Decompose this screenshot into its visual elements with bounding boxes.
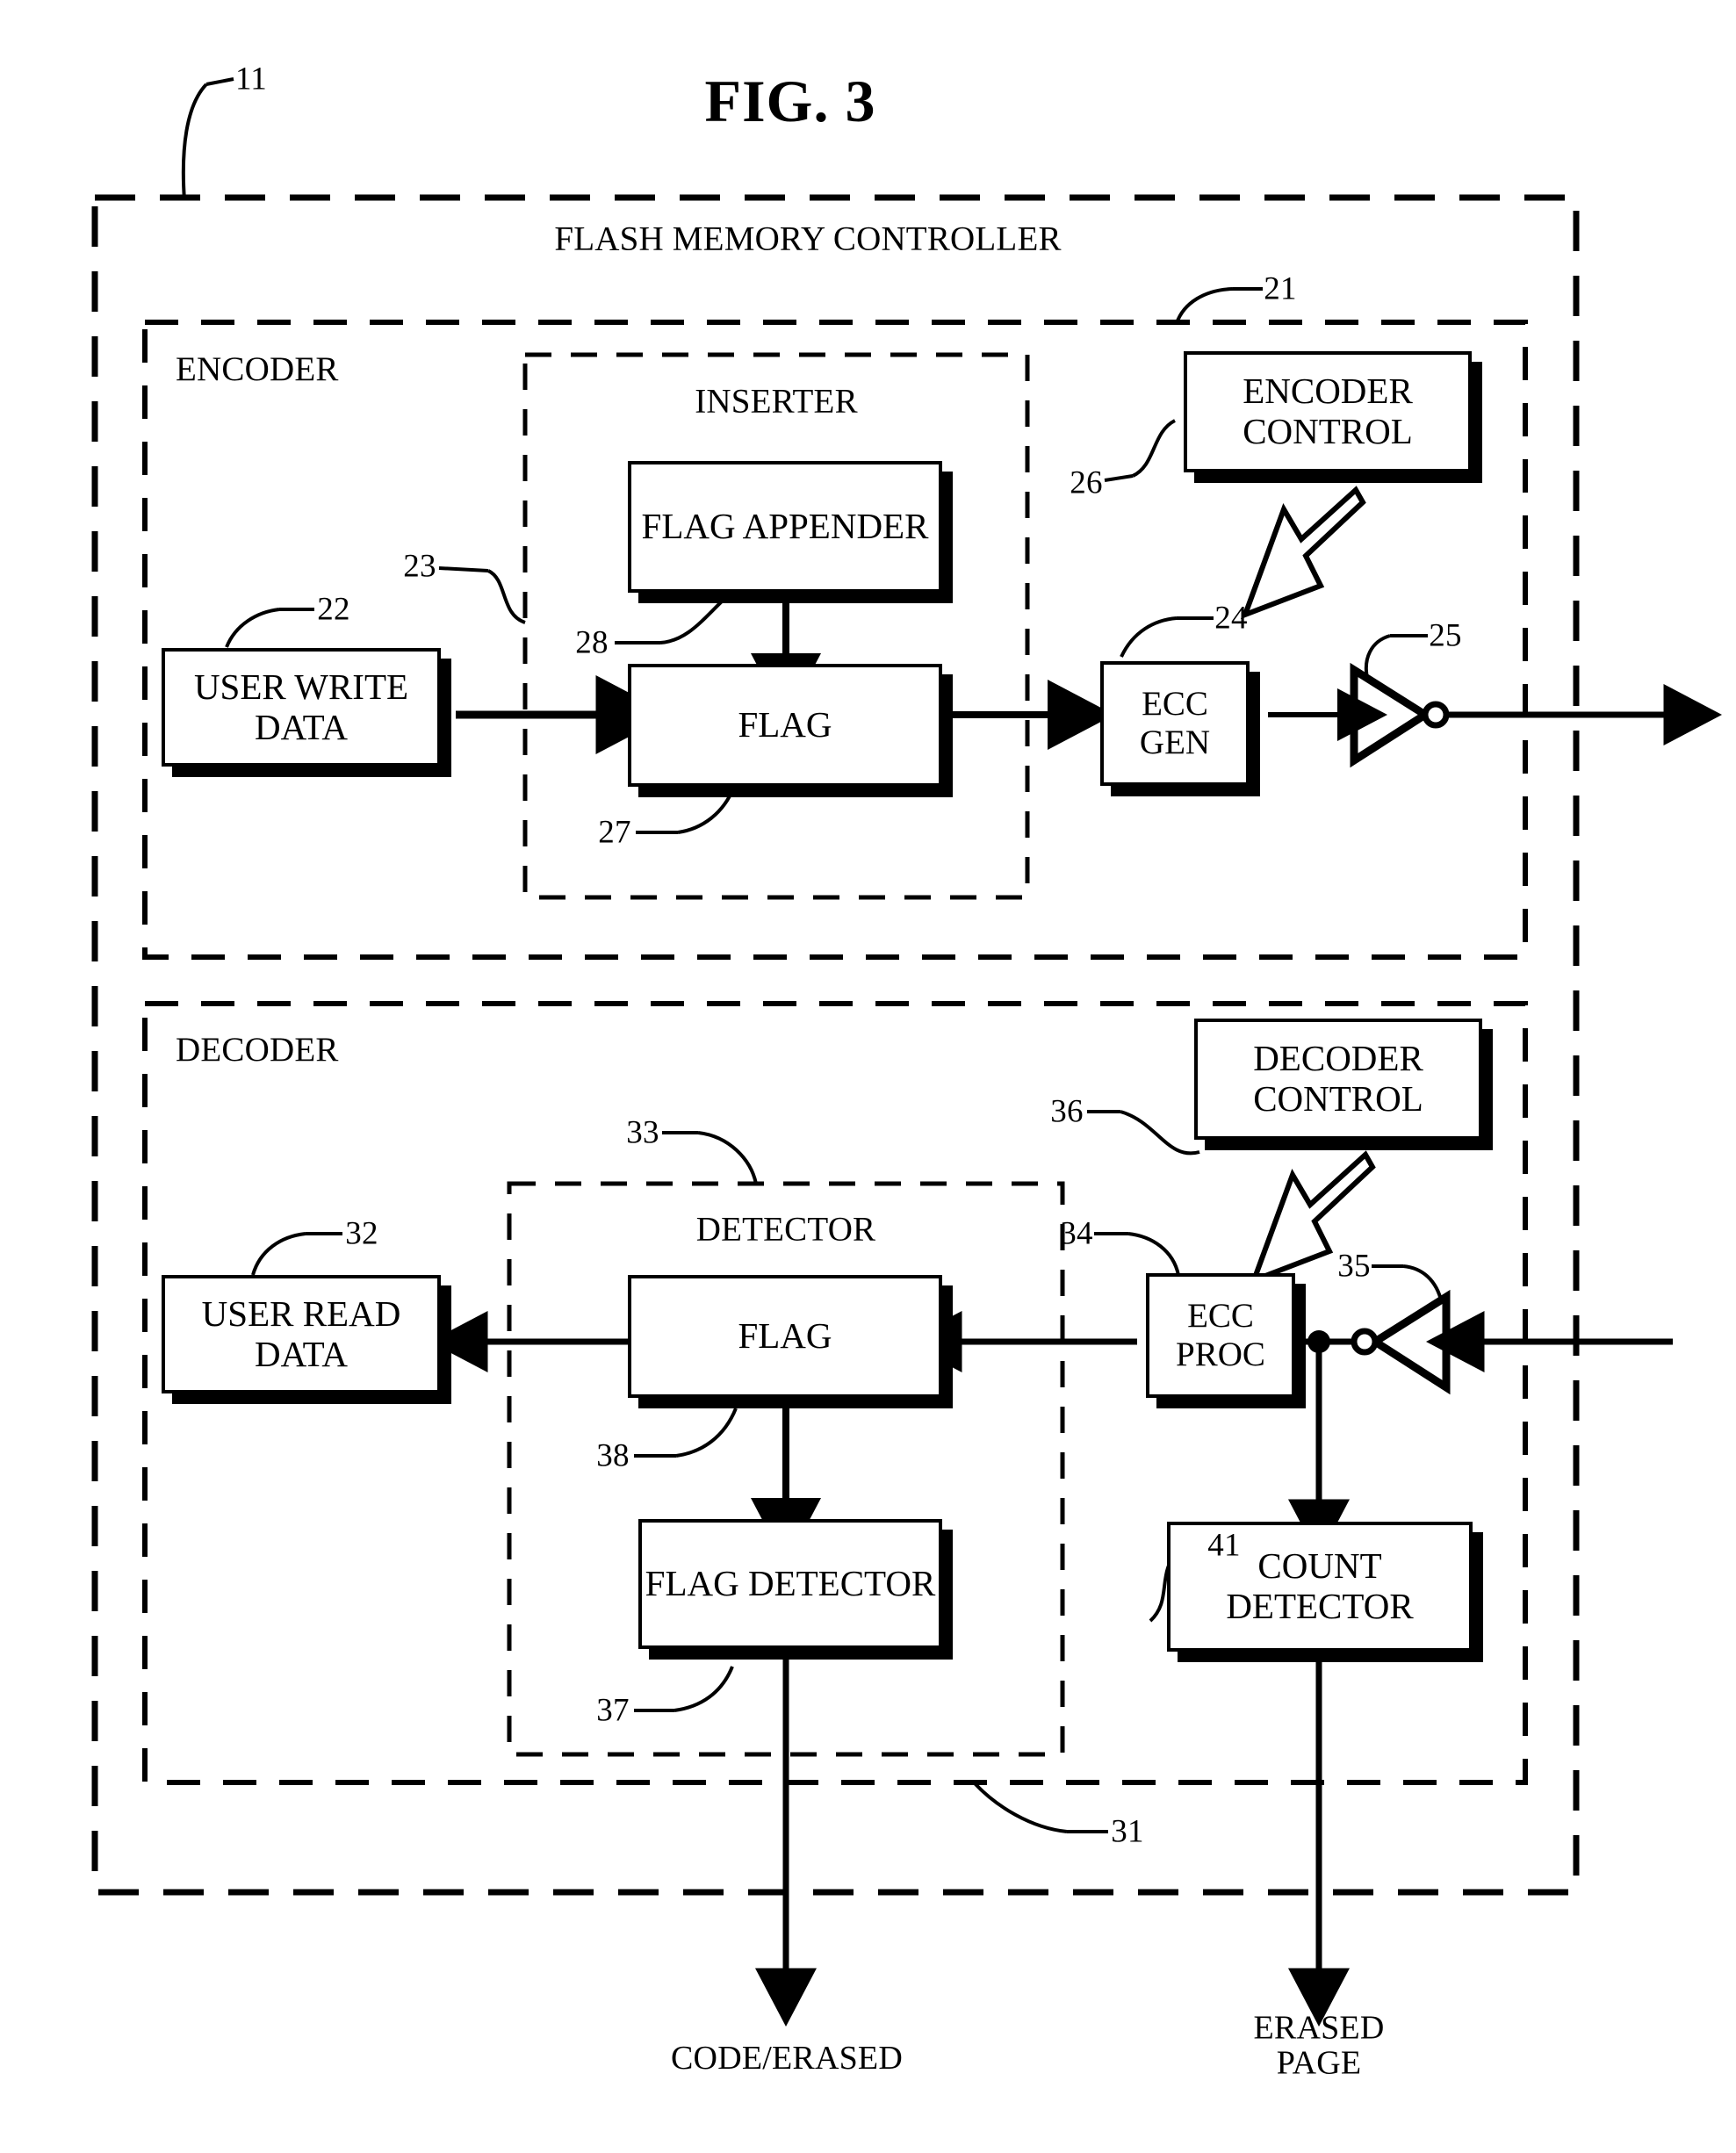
leader-11 [181,83,208,201]
leader-24 [1120,616,1178,658]
encoder-title: ENCODER [176,350,339,388]
patent-figure-3: FIG. 3 11 FLASH MEMORY CONTROLLER ENCODE… [0,0,1736,2153]
leader-28 [659,598,725,644]
leader-33 [697,1131,758,1185]
leader-25 [1364,634,1391,682]
leader-26-tick [1104,474,1134,482]
ref-number-28: 28 [575,624,609,661]
inverter-35-bubble-icon [1351,1328,1379,1356]
leader-22 [225,608,280,648]
leader-23 [486,569,526,624]
encoder-flag-label: FLAG [738,704,832,745]
inverter-25-icon [1350,662,1433,768]
leader-21 [1175,287,1234,324]
ref-number-34: 34 [1060,1215,1093,1252]
inverter-25-bubble-icon [1422,701,1450,729]
ecc-gen-label: ECC GEN [1139,685,1211,761]
flag-detector-block: FLAG DETECTOR [638,1519,942,1649]
ref-number-22: 22 [317,591,350,628]
ref-number-31: 31 [1111,1813,1144,1850]
decoder-control-label: DECODER CONTROL [1253,1038,1423,1119]
flag-appender-block: FLAG APPENDER [628,461,942,593]
ref-number-37: 37 [596,1692,630,1729]
leader-38 [675,1408,738,1458]
count-detector-label: COUNT DETECTOR [1226,1545,1414,1626]
encoder-control-block: ENCODER CONTROL [1184,351,1472,472]
decoder-control-block: DECODER CONTROL [1194,1019,1482,1140]
user-read-data-block: USER READ DATA [162,1275,441,1393]
user-write-data-label: USER WRITE DATA [193,666,409,747]
ref-number-26: 26 [1070,464,1103,501]
ref-number-27: 27 [598,814,631,851]
leader-23-tick [438,566,489,572]
ref-number-21: 21 [1264,270,1297,307]
ref-number-33: 33 [626,1114,659,1151]
flag-appender-label: FLAG APPENDER [641,506,929,547]
inserter-title: INSERTER [695,382,858,421]
decoder-title: DECODER [176,1031,339,1069]
leader-35 [1402,1264,1444,1304]
user-read-data-label: USER READ DATA [201,1293,401,1374]
ecc-proc-label: ECC PROC [1176,1297,1265,1373]
leader-34 [1127,1232,1180,1276]
output-code-erased-label: CODE/ERASED [671,2039,903,2077]
inverter-35-icon [1367,1289,1451,1395]
flag-detector-label: FLAG DETECTOR [645,1563,936,1604]
leader-26 [1132,419,1177,478]
decoder-flag-label: FLAG [738,1315,832,1357]
ref-number-24: 24 [1214,600,1248,637]
ecc-proc-block: ECC PROC [1146,1273,1295,1398]
encoder-flag-block: FLAG [628,664,942,787]
ref-number-25: 25 [1429,617,1462,654]
ref-number-23: 23 [403,548,436,585]
user-write-data-block: USER WRITE DATA [162,648,441,767]
ref-number-32: 32 [345,1215,378,1252]
figure-title: FIG. 3 [704,67,876,134]
ref-number-11: 11 [234,61,268,97]
detector-title: DETECTOR [695,1210,876,1249]
leader-32 [251,1232,306,1276]
ecc-gen-block: ECC GEN [1100,661,1250,786]
leader-36 [1120,1110,1200,1156]
leader-37 [674,1666,734,1712]
leader-11-tick [205,77,234,86]
flash-memory-controller-title: FLASH MEMORY CONTROLLER [554,220,1062,258]
leader-31 [972,1781,1068,1833]
output-erased-page-label: ERASED PAGE [1253,2009,1385,2082]
ref-number-35: 35 [1337,1248,1371,1285]
encoder-control-label: ENCODER CONTROL [1243,371,1413,451]
decoder-flag-block: FLAG [628,1275,942,1398]
ref-number-38: 38 [596,1437,630,1474]
ref-number-36: 36 [1050,1093,1084,1130]
encoder-control-block-arrow-icon [1240,486,1366,620]
